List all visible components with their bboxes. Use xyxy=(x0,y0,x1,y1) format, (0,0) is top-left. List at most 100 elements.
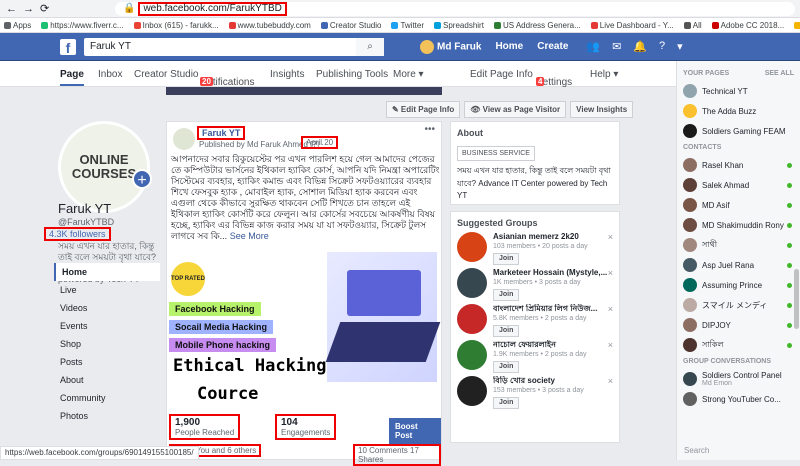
profile-picture[interactable]: ONLINE COURSES xyxy=(58,121,150,213)
tab-page[interactable]: Page xyxy=(60,69,84,86)
forward-icon[interactable]: → xyxy=(23,3,34,15)
group-name[interactable]: বিড়ি খোর society xyxy=(493,376,613,386)
left-menu-item-about[interactable]: About xyxy=(54,371,160,389)
messenger-icon[interactable]: ✉ xyxy=(612,40,621,53)
see-more-link[interactable]: See More xyxy=(230,231,269,241)
more-options-icon[interactable]: ••• xyxy=(424,124,435,135)
bookmark-item[interactable]: Adobe CC 2018... xyxy=(711,21,784,30)
join-button[interactable]: Join xyxy=(493,397,520,409)
boost-post-button[interactable]: Boost Post xyxy=(389,418,441,444)
tab-insights[interactable]: Insights xyxy=(270,69,304,80)
contacts-item[interactable]: Asp Juel Rana xyxy=(677,255,800,275)
bookmark-item[interactable]: Inbox (615) - farukk... xyxy=(133,21,219,30)
bookmark-item[interactable]: All xyxy=(683,21,702,30)
help-icon[interactable]: ? xyxy=(659,40,665,53)
group-avatar[interactable] xyxy=(457,232,487,262)
cover-photo[interactable] xyxy=(166,87,442,95)
group-name[interactable]: নাচোল ফেয়ারলাইন xyxy=(493,340,613,350)
tab-inbox[interactable]: Inbox xyxy=(98,69,122,80)
join-button[interactable]: Join xyxy=(493,325,520,337)
close-icon[interactable]: × xyxy=(608,232,613,242)
bookmark-item[interactable]: Apps xyxy=(4,21,31,30)
left-menu-item-community[interactable]: Community xyxy=(54,389,160,407)
post-avatar[interactable] xyxy=(173,128,195,150)
account-menu-icon[interactable]: ▾ xyxy=(677,40,683,53)
group-name[interactable]: Marketeer Hossain (Mystyle,... xyxy=(493,268,613,278)
notifications-icon[interactable]: 🔔 xyxy=(633,40,647,53)
tab-publishing-tools[interactable]: Publishing Tools xyxy=(316,69,388,80)
tab-help[interactable]: Help ▾ xyxy=(590,69,618,80)
profile-link[interactable]: Md Faruk xyxy=(420,39,481,54)
contacts-item[interactable]: DIPJOY xyxy=(677,315,800,335)
contacts-item[interactable]: MD Asif xyxy=(677,195,800,215)
category-tag[interactable]: BUSINESS SERVICE xyxy=(457,146,535,161)
add-photo-icon[interactable]: + xyxy=(132,169,152,189)
close-icon[interactable]: × xyxy=(608,268,613,278)
pages-item[interactable]: The Adda Buzz xyxy=(677,101,800,121)
page-handle[interactable]: @FarukYTBD xyxy=(58,217,114,227)
view-as-visitor-button[interactable]: 👁 View as Page Visitor xyxy=(464,101,567,118)
group-name[interactable]: Asianian memerz 2k20 xyxy=(493,232,613,242)
bookmark-item[interactable]: Creator Studio xyxy=(320,21,381,30)
groups-item[interactable]: Soldiers Control Panel Md Emon xyxy=(677,369,800,389)
nav-create[interactable]: Create xyxy=(537,41,568,52)
bookmark-item[interactable]: US Address Genera... xyxy=(493,21,581,30)
post-image[interactable]: TOP RATED Facebook Hacking Socail Media … xyxy=(167,244,441,414)
comments-shares[interactable]: 10 Comments 17 Shares xyxy=(353,444,441,466)
group-avatar[interactable] xyxy=(457,304,487,334)
scrollbar[interactable] xyxy=(794,269,799,329)
contacts-item[interactable]: সাথী xyxy=(677,235,800,255)
bookmark-item[interactable]: www.tubebuddy.com xyxy=(228,21,311,30)
bookmark-item[interactable]: Live Dashboard - Y... xyxy=(590,21,674,30)
group-avatar[interactable] xyxy=(457,340,487,370)
left-menu-item-home[interactable]: Home xyxy=(54,263,160,281)
facebook-logo-icon[interactable]: f xyxy=(60,38,76,56)
edit-page-info-button[interactable]: ✎ Edit Page Info xyxy=(386,101,461,118)
contacts-item[interactable]: Salek Ahmad xyxy=(677,175,800,195)
bookmark-item[interactable]: Twitter xyxy=(391,21,424,30)
left-menu-item-live[interactable]: Live xyxy=(54,281,160,299)
group-avatar[interactable] xyxy=(457,376,487,406)
join-button[interactable]: Join xyxy=(493,361,520,373)
sidebar-search[interactable]: Search xyxy=(684,446,709,455)
groups-item[interactable]: Strong YouTuber Co... xyxy=(677,389,800,409)
left-menu-item-shop[interactable]: Shop xyxy=(54,335,160,353)
group-avatar[interactable] xyxy=(457,268,487,298)
contacts-item[interactable]: スマイル メンディ xyxy=(677,295,800,315)
left-menu-item-events[interactable]: Events xyxy=(54,317,160,335)
address-bar[interactable]: 🔒 web.facebook.com/FarukYTBD xyxy=(115,1,796,16)
pages-item[interactable]: Technical YT xyxy=(677,81,800,101)
avatar xyxy=(683,158,697,172)
back-icon[interactable]: ← xyxy=(6,3,17,15)
post-author[interactable]: Faruk YT xyxy=(197,126,246,140)
bookmark-item[interactable]: Spreadshirt xyxy=(434,21,484,30)
ribbon-mobile: Mobile Phone hacking xyxy=(169,338,277,352)
nav-home[interactable]: Home xyxy=(495,41,523,52)
search-icon[interactable]: ⌕ xyxy=(356,37,384,56)
pages-item[interactable]: Soldiers Gaming FEAM xyxy=(677,121,800,141)
tab-more[interactable]: More ▾ xyxy=(393,69,424,80)
tab-creator-studio[interactable]: Creator Studio xyxy=(134,69,198,80)
group-name[interactable]: বাংলাদেশ প্রিমিয়ার লিগ নিউজ... xyxy=(493,304,613,314)
reload-icon[interactable]: ⟳ xyxy=(40,2,49,15)
contacts-item[interactable]: MD Shakimuddin Rony xyxy=(677,215,800,235)
contacts-item[interactable]: সাকিল xyxy=(677,335,800,355)
tab-edit-page-info[interactable]: Edit Page Info xyxy=(470,69,533,80)
contacts-item[interactable]: Rasel Khan xyxy=(677,155,800,175)
search-input[interactable]: Faruk YT ⌕ xyxy=(84,37,384,56)
close-icon[interactable]: × xyxy=(608,340,613,350)
close-icon[interactable]: × xyxy=(608,304,613,314)
bookmark-item[interactable]: Other bookmarks xyxy=(794,21,800,30)
contacts-item[interactable]: Assuming Prince xyxy=(677,275,800,295)
left-menu-item-posts[interactable]: Posts xyxy=(54,353,160,371)
friends-icon[interactable]: 👥 xyxy=(586,40,600,53)
post-date[interactable]: April 20 xyxy=(301,136,339,149)
left-menu-item-photos[interactable]: Photos xyxy=(54,407,160,425)
view-insights-button[interactable]: View Insights xyxy=(570,101,634,118)
see-all-link[interactable]: SEE ALL xyxy=(765,67,794,81)
left-menu-item-videos[interactable]: Videos xyxy=(54,299,160,317)
join-button[interactable]: Join xyxy=(493,253,520,265)
join-button[interactable]: Join xyxy=(493,289,520,301)
bookmark-item[interactable]: https://www.fiverr.c... xyxy=(41,21,124,30)
close-icon[interactable]: × xyxy=(608,376,613,386)
